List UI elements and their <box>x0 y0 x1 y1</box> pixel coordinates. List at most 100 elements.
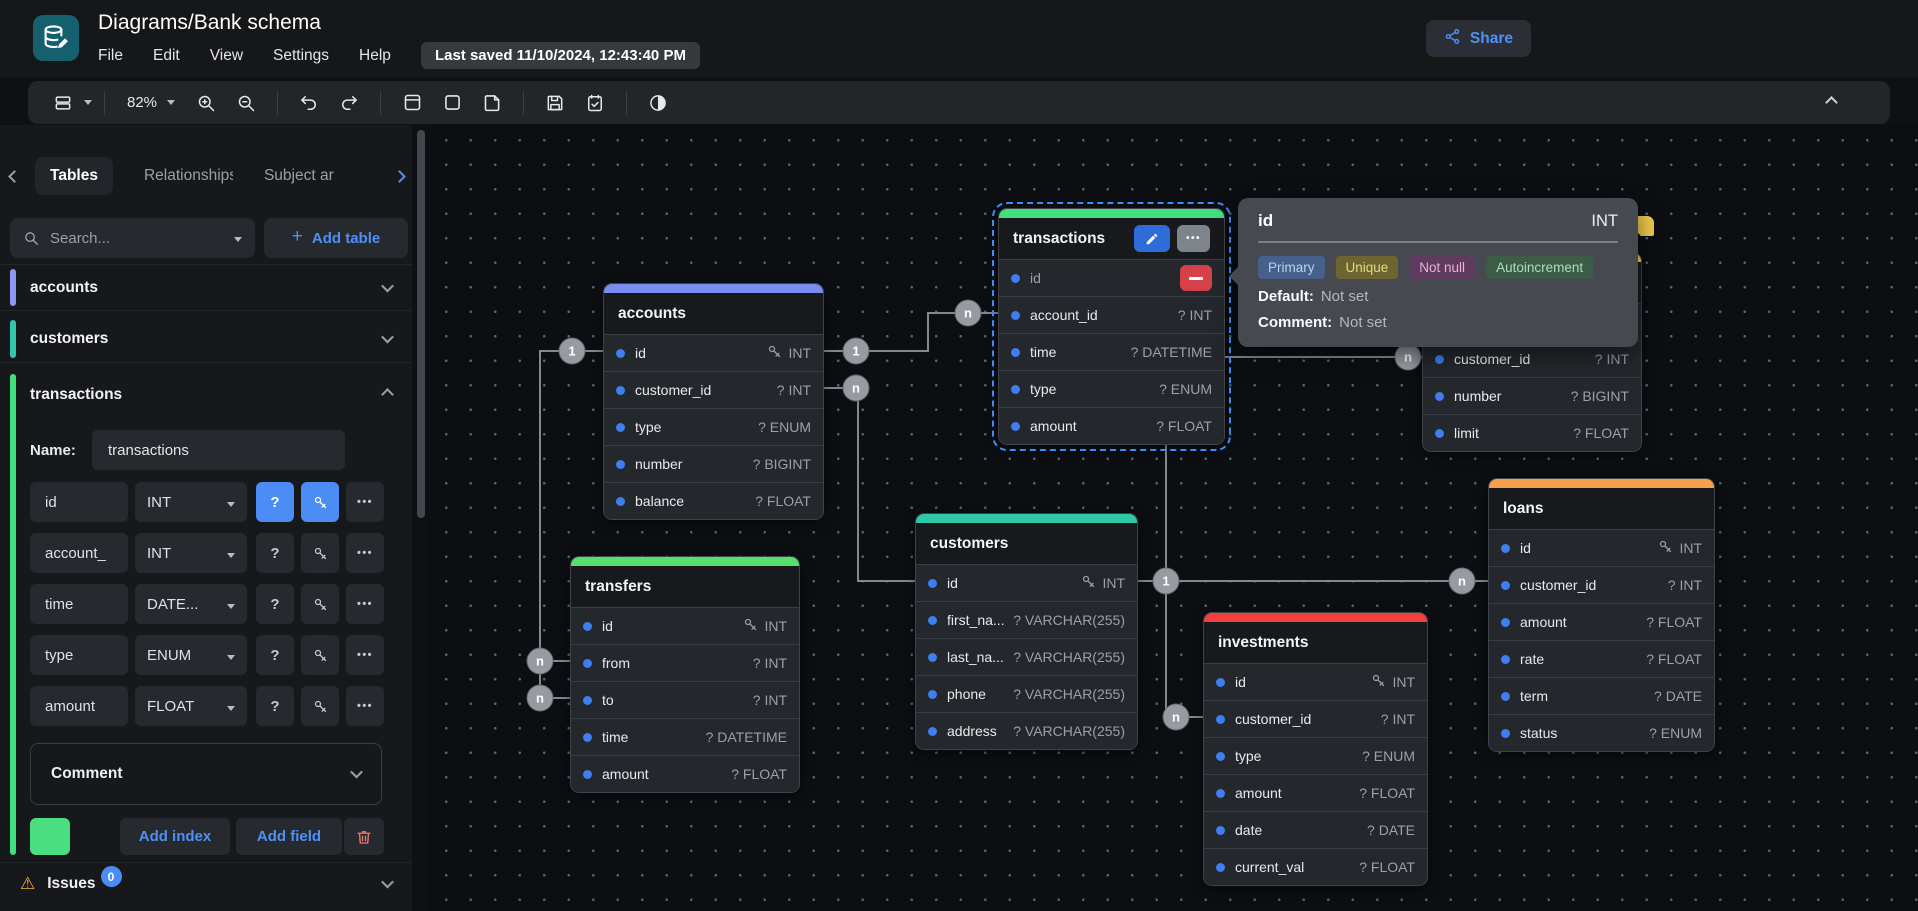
nullable-toggle[interactable]: ? <box>256 584 294 624</box>
table-field-row[interactable]: from? INT <box>571 644 799 681</box>
table-field-row[interactable]: number? BIGINT <box>604 445 823 482</box>
field-name-input[interactable]: id <box>30 482 128 522</box>
menu-edit[interactable]: Edit <box>153 47 180 65</box>
collapse-toolbar-button[interactable] <box>1827 95 1836 110</box>
theme-toggle-button[interactable] <box>639 87 677 119</box>
field-more-button[interactable]: ••• <box>346 584 384 624</box>
menu-settings[interactable]: Settings <box>273 47 329 65</box>
field-type-select[interactable]: FLOAT <box>135 686 247 726</box>
field-more-button[interactable]: ••• <box>346 686 384 726</box>
table-field-row[interactable]: account_id? INT <box>999 296 1224 333</box>
diagram-table-investments[interactable]: investmentsidINTcustomer_id? INTtype? EN… <box>1203 612 1428 886</box>
table-field-row[interactable]: time? DATETIME <box>999 333 1224 370</box>
delete-field-button[interactable] <box>1180 265 1212 291</box>
table-header[interactable]: accounts <box>604 293 823 334</box>
menu-file[interactable]: File <box>98 47 123 65</box>
field-type-select[interactable]: ENUM <box>135 635 247 675</box>
diagram-canvas[interactable]: 1nn1nn1nnn accountsidINTcustomer_id? INT… <box>427 125 1918 911</box>
nullable-toggle[interactable]: ? <box>256 533 294 573</box>
search-input[interactable] <box>50 230 200 247</box>
field-more-button[interactable]: ••• <box>346 533 384 573</box>
tab-subject-ar[interactable]: Subject ar <box>249 157 349 195</box>
zoom-level-select[interactable]: 82% <box>117 94 185 111</box>
table-field-row[interactable]: type? ENUM <box>1204 737 1427 774</box>
table-field-row[interactable]: customer_id? INT <box>1489 566 1714 603</box>
zoom-out-button[interactable] <box>227 87 265 119</box>
table-field-row[interactable]: amount? FLOAT <box>999 407 1224 444</box>
field-name-input[interactable]: amount <box>30 686 128 726</box>
diagram-table-accounts[interactable]: accountsidINTcustomer_id? INTtype? ENUMn… <box>603 283 824 520</box>
delete-table-button[interactable] <box>344 818 384 855</box>
tabs-forward-button[interactable] <box>395 169 404 184</box>
table-field-row[interactable]: amount? FLOAT <box>571 755 799 792</box>
add-field-button[interactable]: Add field <box>236 818 342 855</box>
nullable-toggle[interactable]: ? <box>256 635 294 675</box>
table-field-row[interactable]: type? ENUM <box>604 408 823 445</box>
table-field-row[interactable]: id <box>999 259 1224 296</box>
sidebar-scrollbar[interactable] <box>417 130 425 518</box>
table-field-row[interactable]: to? INT <box>571 681 799 718</box>
table-more-button[interactable]: ••• <box>1177 225 1210 252</box>
nullable-toggle[interactable]: ? <box>256 686 294 726</box>
field-name-input[interactable]: type <box>30 635 128 675</box>
primary-key-toggle[interactable] <box>301 533 339 573</box>
table-field-row[interactable]: type? ENUM <box>999 370 1224 407</box>
table-field-row[interactable]: amount? FLOAT <box>1489 603 1714 640</box>
menu-view[interactable]: View <box>210 47 243 65</box>
table-color-swatch[interactable] <box>30 818 70 855</box>
table-field-row[interactable]: rate? FLOAT <box>1489 640 1714 677</box>
table-header[interactable]: investments <box>1204 622 1427 663</box>
todo-list-button[interactable] <box>576 87 614 119</box>
table-header[interactable]: transactions••• <box>999 218 1224 259</box>
save-button[interactable] <box>536 87 574 119</box>
field-more-button[interactable]: ••• <box>346 482 384 522</box>
add-area-button[interactable] <box>433 87 471 119</box>
add-note-button[interactable] <box>473 87 511 119</box>
table-field-row[interactable]: first_na...? VARCHAR(255) <box>916 601 1137 638</box>
table-field-row[interactable]: time? DATETIME <box>571 718 799 755</box>
comment-collapsible[interactable]: Comment <box>30 743 382 805</box>
accordion-item-accounts[interactable]: accounts <box>0 264 412 311</box>
field-name-input[interactable]: time <box>30 584 128 624</box>
table-field-row[interactable]: amount? FLOAT <box>1204 774 1427 811</box>
accordion-item-customers[interactable]: customers <box>0 316 412 363</box>
add-table-icon-button[interactable] <box>393 87 431 119</box>
add-table-button[interactable]: + Add table <box>264 218 408 258</box>
table-field-row[interactable]: idINT <box>571 607 799 644</box>
table-field-row[interactable]: customer_id? INT <box>604 371 823 408</box>
layout-select-button[interactable] <box>44 87 82 119</box>
diagram-table-transfers[interactable]: transfersidINTfrom? INTto? INTtime? DATE… <box>570 556 800 793</box>
menu-help[interactable]: Help <box>359 47 391 65</box>
nullable-toggle[interactable]: ? <box>256 482 294 522</box>
add-index-button[interactable]: Add index <box>120 818 230 855</box>
table-field-row[interactable]: address? VARCHAR(255) <box>916 712 1137 749</box>
table-field-row[interactable]: idINT <box>916 564 1137 601</box>
issues-bar[interactable]: ⚠ Issues 0 <box>0 862 412 904</box>
primary-key-toggle[interactable] <box>301 482 339 522</box>
table-field-row[interactable]: idINT <box>604 334 823 371</box>
table-field-row[interactable]: term? DATE <box>1489 677 1714 714</box>
tab-tables[interactable]: Tables <box>35 157 113 195</box>
primary-key-toggle[interactable] <box>301 686 339 726</box>
table-field-row[interactable]: date? DATE <box>1204 811 1427 848</box>
diagram-table-customers[interactable]: customersidINTfirst_na...? VARCHAR(255)l… <box>915 513 1138 750</box>
accordion-item-transactions[interactable]: transactions <box>0 372 412 418</box>
field-type-select[interactable]: INT <box>135 482 247 522</box>
field-type-select[interactable]: DATE... <box>135 584 247 624</box>
undo-button[interactable] <box>290 87 328 119</box>
share-button[interactable]: Share <box>1426 20 1531 57</box>
diagram-table-transactions[interactable]: transactions•••idaccount_id? INTtime? DA… <box>998 208 1225 445</box>
primary-key-toggle[interactable] <box>301 584 339 624</box>
field-more-button[interactable]: ••• <box>346 635 384 675</box>
table-field-row[interactable]: number? BIGINT <box>1423 377 1641 414</box>
table-field-row[interactable]: current_val? FLOAT <box>1204 848 1427 885</box>
table-field-row[interactable]: customer_id? INT <box>1204 700 1427 737</box>
table-field-row[interactable]: idINT <box>1204 663 1427 700</box>
tab-relationships[interactable]: Relationships <box>129 157 233 195</box>
primary-key-toggle[interactable] <box>301 635 339 675</box>
table-field-row[interactable]: limit? FLOAT <box>1423 414 1641 451</box>
tabs-back-button[interactable] <box>10 169 19 184</box>
redo-button[interactable] <box>330 87 368 119</box>
field-type-select[interactable]: INT <box>135 533 247 573</box>
table-field-row[interactable]: phone? VARCHAR(255) <box>916 675 1137 712</box>
